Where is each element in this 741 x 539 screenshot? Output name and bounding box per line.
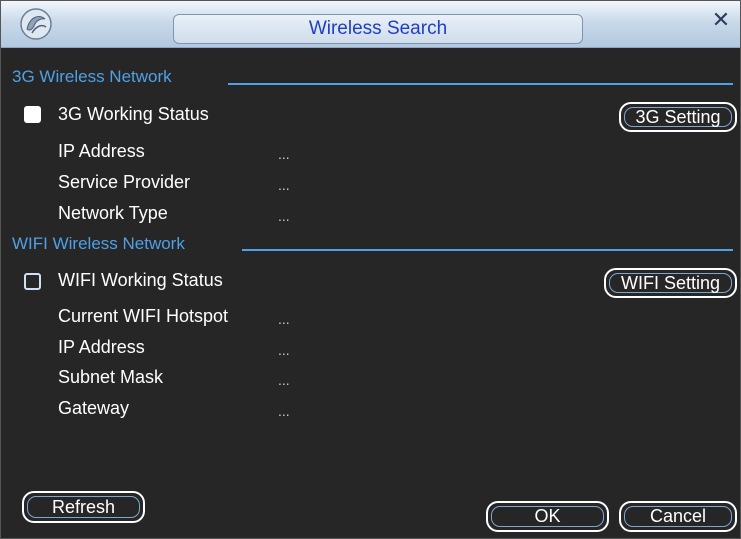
section-divider-3g (228, 83, 733, 85)
wifi-working-status-checkbox[interactable] (24, 273, 41, 290)
refresh-button[interactable]: Refresh (22, 491, 145, 523)
wifi-gateway-label: Gateway (58, 398, 130, 418)
wifi-current-hotspot-label: Current WIFI Hotspot (58, 306, 229, 326)
wireless-search-dialog: Wireless Search ✕ 3G Wireless Network 3G… (0, 0, 741, 539)
cancel-button[interactable]: Cancel (619, 501, 737, 532)
window-title: Wireless Search (173, 14, 583, 44)
close-icon[interactable]: ✕ (710, 9, 732, 31)
wifi-setting-button[interactable]: WIFI Setting (604, 268, 737, 298)
shell-logo-icon (20, 8, 52, 40)
3g-setting-button[interactable]: 3G Setting (619, 102, 737, 132)
3g-working-status-checkbox[interactable] (24, 106, 41, 123)
wifi-subnet-mask-label: Subnet Mask (58, 367, 164, 387)
wifi-subnet-mask-value: ... (278, 372, 290, 388)
3g-network-type-value: ... (278, 208, 290, 224)
wifi-gateway-value: ... (278, 403, 290, 419)
section-title-3g: 3G Wireless Network (12, 67, 172, 86)
3g-service-provider-label: Service Provider (58, 172, 191, 192)
section-divider-wifi (242, 249, 733, 251)
ok-button[interactable]: OK (486, 501, 609, 532)
3g-service-provider-value: ... (278, 177, 290, 193)
3g-ip-address-value: ... (278, 146, 290, 162)
wifi-working-status-label: WIFI Working Status (58, 270, 223, 290)
3g-network-type-label: Network Type (58, 203, 168, 223)
3g-ip-address-label: IP Address (58, 141, 145, 161)
title-bar: Wireless Search ✕ (1, 1, 740, 48)
section-title-wifi: WIFI Wireless Network (12, 234, 185, 253)
3g-working-status-label: 3G Working Status (58, 104, 209, 124)
wifi-current-hotspot-value: ... (278, 311, 290, 327)
wifi-ip-address-value: ... (278, 342, 290, 358)
wifi-ip-address-label: IP Address (58, 337, 145, 357)
